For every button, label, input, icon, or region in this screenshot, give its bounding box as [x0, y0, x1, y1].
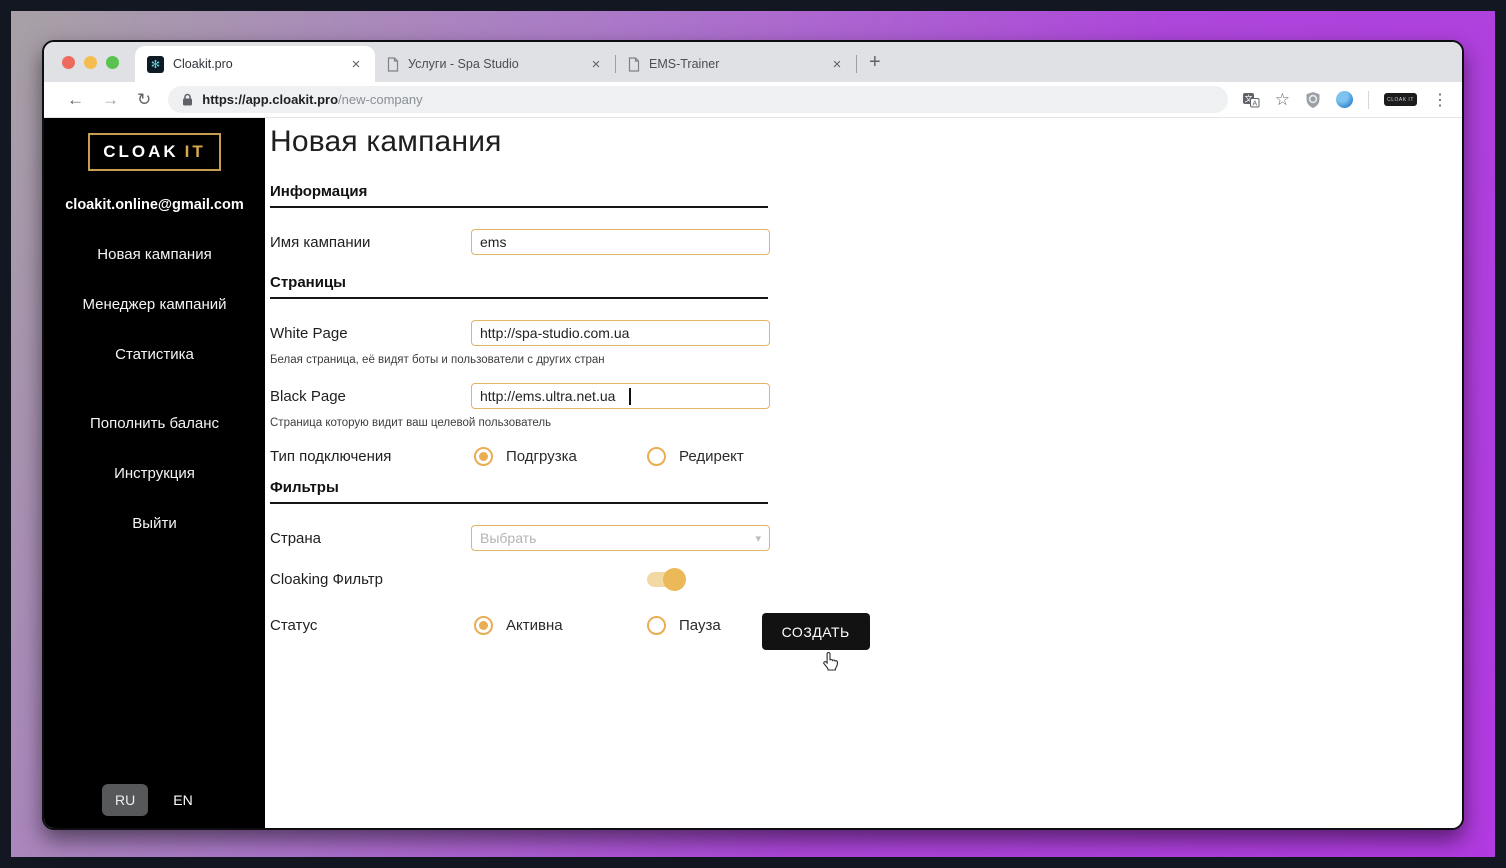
chevron-down-icon: ▾: [755, 532, 761, 545]
forward-icon[interactable]: →: [93, 90, 128, 110]
globe-extension-icon[interactable]: [1336, 91, 1353, 108]
close-window-button[interactable]: [62, 56, 75, 69]
radio-selected-icon[interactable]: [474, 616, 493, 635]
option-label: Пауза: [679, 617, 721, 634]
sidebar-item-top-up-balance[interactable]: Пополнить баланс: [44, 415, 265, 432]
connection-type-label: Тип подключения: [270, 448, 471, 465]
lang-en-button[interactable]: EN: [173, 792, 192, 808]
sidebar-item-statistics[interactable]: Статистика: [44, 346, 265, 363]
white-page-hint: Белая страница, её видят боты и пользова…: [270, 354, 770, 366]
status-option-active[interactable]: Активна: [474, 616, 647, 635]
bookmark-star-icon[interactable]: ☆: [1275, 90, 1290, 110]
back-icon[interactable]: ←: [58, 90, 93, 110]
account-email: cloakit.online@gmail.com: [65, 197, 244, 213]
radio-unselected-icon[interactable]: [647, 447, 666, 466]
page-icon: [628, 57, 640, 72]
cloaking-filter-row: Cloaking Фильтр: [270, 571, 770, 588]
sidebar-item-campaign-manager[interactable]: Менеджер кампаний: [44, 296, 265, 313]
svg-text:A: A: [1252, 100, 1257, 107]
tab-close-icon[interactable]: ×: [587, 56, 605, 73]
radio-selected-icon[interactable]: [474, 447, 493, 466]
tab-strip: ✻ Cloakit.pro × Услуги - Spa Studio ×: [44, 42, 1462, 82]
tab-title: EMS-Trainer: [649, 57, 828, 71]
browser-menu-dots-icon[interactable]: ⋮: [1432, 90, 1448, 110]
option-label: Подгрузка: [506, 448, 577, 465]
tab-title: Услуги - Spa Studio: [408, 57, 587, 71]
tab-title: Cloakit.pro: [173, 57, 347, 71]
tab-cloakit[interactable]: ✻ Cloakit.pro ×: [135, 46, 375, 82]
tab-spa-studio[interactable]: Услуги - Spa Studio ×: [375, 46, 615, 82]
cloaking-filter-label: Cloaking Фильтр: [270, 571, 471, 588]
section-pages: Страницы: [270, 274, 768, 299]
section-information: Информация: [270, 183, 768, 208]
status-option-pause[interactable]: Пауза: [647, 616, 721, 635]
country-row: Страна Выбрать ▾: [270, 525, 770, 551]
tab-close-icon[interactable]: ×: [347, 56, 365, 73]
logo-text-cloak: CLOAK: [103, 142, 178, 161]
url-path: /new-company: [338, 92, 423, 107]
tab-ems-trainer[interactable]: EMS-Trainer ×: [616, 46, 856, 82]
language-switcher: RU EN: [102, 784, 193, 816]
status-row: Статус Активна Пауза СОЗДАТЬ: [270, 607, 882, 644]
sidebar-item-logout[interactable]: Выйти: [44, 515, 265, 532]
cloakit-favicon-icon: ✻: [147, 56, 164, 73]
campaign-name-row: Имя кампании: [270, 229, 770, 255]
country-select[interactable]: Выбрать ▾: [471, 525, 770, 551]
section-filters: Фильтры: [270, 479, 768, 504]
connection-type-row: Тип подключения Подгрузка Редирект: [270, 447, 770, 466]
logo-text-it: IT: [185, 142, 206, 161]
cloakit-logo: CLOAK IT: [88, 133, 221, 171]
radio-unselected-icon[interactable]: [647, 616, 666, 635]
sidebar-item-new-campaign[interactable]: Новая кампания: [44, 246, 265, 263]
toolbar-separator: [1368, 91, 1369, 109]
page-title: Новая кампания: [270, 125, 1462, 159]
desktop-background: ✻ Cloakit.pro × Услуги - Spa Studio ×: [11, 11, 1495, 857]
page-content: CLOAK IT cloakit.online@gmail.com Новая к…: [44, 118, 1462, 828]
minimize-window-button[interactable]: [84, 56, 97, 69]
option-label: Редирект: [679, 448, 744, 465]
white-page-input[interactable]: [471, 320, 770, 346]
white-page-row: White Page: [270, 320, 770, 346]
black-page-input[interactable]: [471, 383, 770, 409]
text-caret: [629, 388, 631, 405]
cloakit-extension-icon[interactable]: CLOAK IT: [1384, 93, 1417, 106]
country-label: Страна: [270, 530, 471, 547]
sidebar: CLOAK IT cloakit.online@gmail.com Новая к…: [44, 118, 265, 828]
campaign-name-label: Имя кампании: [270, 234, 471, 251]
tab-close-icon[interactable]: ×: [828, 56, 846, 73]
new-tab-button[interactable]: +: [857, 51, 895, 82]
shield-extension-icon[interactable]: [1305, 91, 1321, 109]
translate-icon[interactable]: 文 A: [1242, 92, 1260, 108]
country-placeholder: Выбрать: [480, 530, 536, 546]
sidebar-menu: Новая кампания Менеджер кампаний Статист…: [44, 246, 265, 565]
connection-option-redirect[interactable]: Редирект: [647, 447, 744, 466]
reload-icon[interactable]: ↻: [128, 90, 160, 110]
create-button[interactable]: СОЗДАТЬ: [762, 613, 870, 650]
url-host: https://app.cloakit.pro: [202, 92, 338, 107]
black-page-hint: Страница которую видит ваш целевой польз…: [270, 417, 770, 429]
black-page-label: Black Page: [270, 388, 471, 405]
toggle-knob: [663, 568, 686, 591]
option-label: Активна: [506, 617, 563, 634]
lang-ru-button[interactable]: RU: [102, 784, 148, 816]
connection-option-podgruzka[interactable]: Подгрузка: [474, 447, 647, 466]
address-bar[interactable]: https://app.cloakit.pro/new-company: [168, 86, 1228, 113]
black-page-row: Black Page: [270, 383, 770, 409]
main-panel: Новая кампания Информация Имя кампании С…: [265, 118, 1462, 828]
page-icon: [387, 57, 399, 72]
new-campaign-form: Информация Имя кампании Страницы White P…: [270, 183, 770, 644]
browser-window: ✻ Cloakit.pro × Услуги - Spa Studio ×: [42, 40, 1464, 830]
zoom-window-button[interactable]: [106, 56, 119, 69]
status-label: Статус: [270, 617, 471, 634]
window-controls: [44, 56, 135, 82]
cloaking-toggle[interactable]: [647, 572, 681, 587]
toolbar-icons: 文 A ☆ CLOAK IT ⋮: [1242, 90, 1452, 110]
campaign-name-input[interactable]: [471, 229, 770, 255]
mouse-cursor-icon: [818, 651, 840, 673]
lock-icon: [182, 93, 193, 106]
white-page-label: White Page: [270, 325, 471, 342]
browser-toolbar: ← → ↻ https://app.cloakit.pro/new-compan…: [44, 82, 1462, 118]
sidebar-item-instruction[interactable]: Инструкция: [44, 465, 265, 482]
